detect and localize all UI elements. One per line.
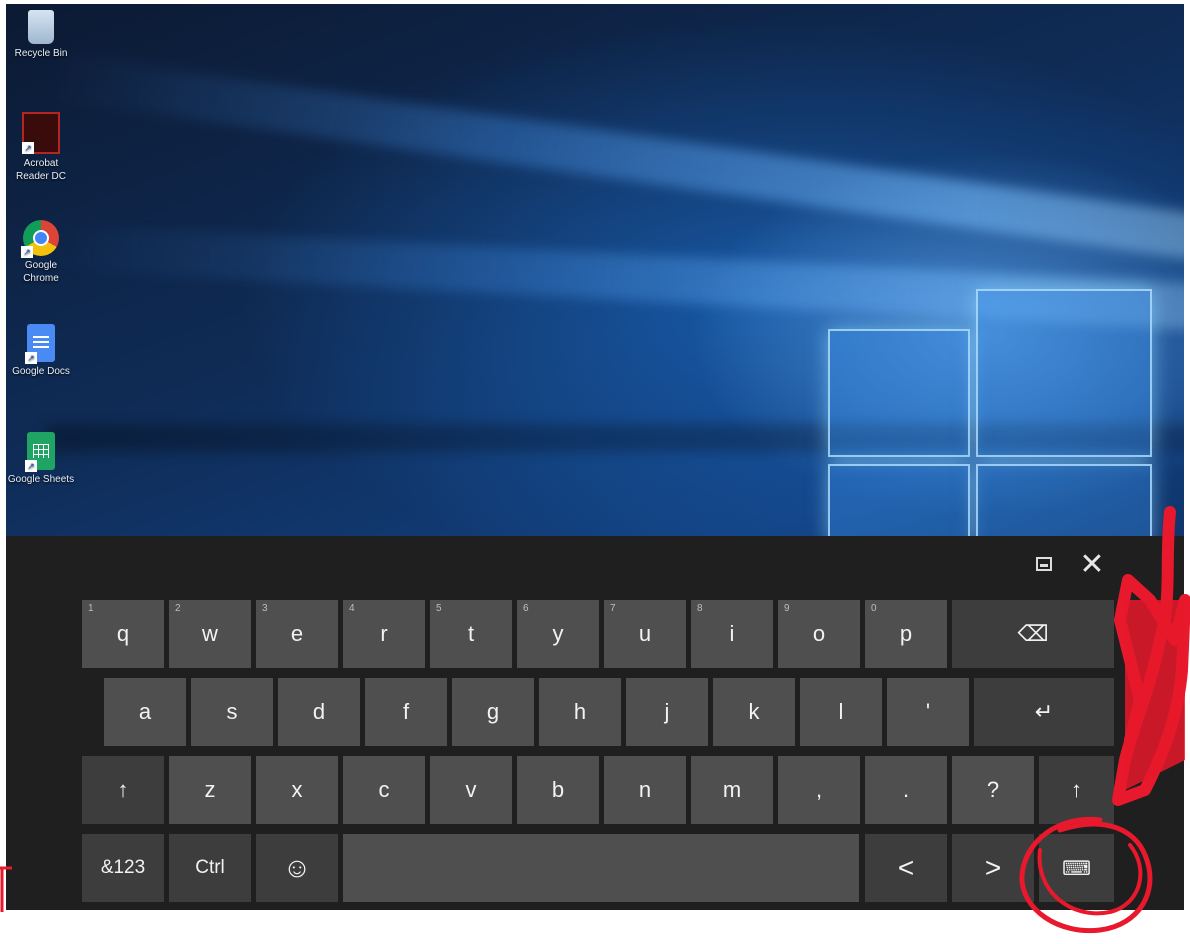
- google-docs-icon: ↗: [25, 324, 55, 364]
- key-comma[interactable]: ,: [778, 756, 860, 824]
- google-sheets-icon: ↗: [25, 432, 55, 472]
- enter-icon: ↵: [1034, 699, 1054, 724]
- shift-icon: ↑: [1071, 777, 1082, 802]
- shift-key-left[interactable]: ↑: [82, 756, 164, 824]
- desktop-icon-label: Acrobat Reader DC: [15, 158, 67, 182]
- desktop-icon-label: Recycle Bin: [14, 48, 68, 59]
- key-p[interactable]: 0p: [865, 600, 947, 668]
- enter-key[interactable]: ↵: [974, 678, 1114, 746]
- acrobat-icon: ↗: [22, 112, 60, 154]
- key-o[interactable]: 9o: [778, 600, 860, 668]
- key-y[interactable]: 6y: [517, 600, 599, 668]
- desktop-icon-label: Google Docs: [12, 366, 70, 377]
- chevron-right-icon: >: [984, 852, 1002, 883]
- chrome-icon: ↗: [21, 220, 59, 258]
- emoji-key[interactable]: ☺: [256, 834, 338, 902]
- key-t[interactable]: 5t: [430, 600, 512, 668]
- key-apostrophe[interactable]: ': [887, 678, 969, 746]
- key-b[interactable]: b: [517, 756, 599, 824]
- windows-logo-pane: [976, 289, 1152, 457]
- shortcut-arrow-icon: ↗: [21, 246, 33, 258]
- ctrl-key[interactable]: Ctrl: [169, 834, 251, 902]
- key-g[interactable]: g: [452, 678, 534, 746]
- shift-key-right[interactable]: ↑: [1039, 756, 1114, 824]
- space-key[interactable]: [343, 834, 859, 902]
- shortcut-arrow-icon: ↗: [25, 352, 37, 364]
- right-arrow-key[interactable]: >: [952, 834, 1034, 902]
- windows-logo-pane: [976, 464, 1152, 544]
- chevron-left-icon: <: [897, 852, 915, 883]
- shift-icon: ↑: [117, 777, 129, 802]
- close-icon: ✕: [1079, 547, 1105, 581]
- key-question[interactable]: ?: [952, 756, 1034, 824]
- wallpaper-beam: [53, 54, 1184, 260]
- keyboard-icon: ⌨: [1062, 857, 1091, 880]
- desktop-icon-google-sheets[interactable]: ↗ Google Sheets: [6, 432, 76, 486]
- recycle-bin-icon: [28, 10, 54, 44]
- key-c[interactable]: c: [343, 756, 425, 824]
- key-q[interactable]: 1q: [82, 600, 164, 668]
- key-e[interactable]: 3e: [256, 600, 338, 668]
- emoji-icon: ☺: [282, 852, 312, 883]
- desktop-icon-google-docs[interactable]: ↗ Google Docs: [6, 324, 76, 378]
- key-v[interactable]: v: [430, 756, 512, 824]
- shortcut-arrow-icon: ↗: [25, 460, 37, 472]
- desktop-icon-label: Google Sheets: [7, 474, 75, 485]
- key-h[interactable]: h: [539, 678, 621, 746]
- desktop-icon-label: Google Chrome: [23, 260, 59, 284]
- key-z[interactable]: z: [169, 756, 251, 824]
- key-j[interactable]: j: [626, 678, 708, 746]
- key-period[interactable]: .: [865, 756, 947, 824]
- key-u[interactable]: 7u: [604, 600, 686, 668]
- windows-logo-pane: [828, 464, 970, 544]
- key-r[interactable]: 4r: [343, 600, 425, 668]
- key-s[interactable]: s: [191, 678, 273, 746]
- left-arrow-key[interactable]: <: [865, 834, 947, 902]
- key-k[interactable]: k: [713, 678, 795, 746]
- key-w[interactable]: 2w: [169, 600, 251, 668]
- key-m[interactable]: m: [691, 756, 773, 824]
- desktop-icon-acrobat[interactable]: ↗ Acrobat Reader DC: [6, 112, 76, 183]
- backspace-key[interactable]: ⌫: [952, 600, 1114, 668]
- desktop-icon-chrome[interactable]: ↗ Google Chrome: [6, 220, 76, 285]
- shortcut-arrow-icon: ↗: [22, 142, 34, 154]
- key-l[interactable]: l: [800, 678, 882, 746]
- windows-logo-pane: [828, 329, 970, 457]
- key-i[interactable]: 8i: [691, 600, 773, 668]
- dock-keyboard-button[interactable]: [1026, 546, 1062, 582]
- key-f[interactable]: f: [365, 678, 447, 746]
- desktop-icon-recycle-bin[interactable]: Recycle Bin: [6, 10, 76, 60]
- key-a[interactable]: a: [104, 678, 186, 746]
- touch-keyboard: ✕ 1q 2w 3e 4r 5t 6y 7u 8i 9o 0p ⌫ a s d …: [6, 536, 1184, 910]
- dock-icon: [1036, 557, 1052, 571]
- close-keyboard-button[interactable]: ✕: [1074, 546, 1110, 582]
- key-n[interactable]: n: [604, 756, 686, 824]
- key-d[interactable]: d: [278, 678, 360, 746]
- key-x[interactable]: x: [256, 756, 338, 824]
- backspace-icon: ⌫: [1017, 621, 1049, 646]
- keyboard-settings-key[interactable]: ⌨: [1039, 834, 1114, 902]
- symbols-key[interactable]: &123: [82, 834, 164, 902]
